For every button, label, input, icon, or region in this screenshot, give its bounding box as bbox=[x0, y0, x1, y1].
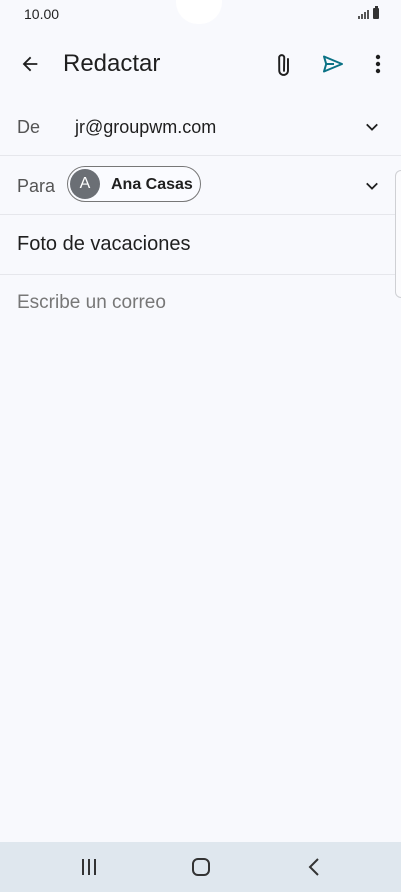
status-time: 10.00 bbox=[24, 6, 60, 22]
camera-notch bbox=[176, 0, 222, 24]
scroll-handle[interactable] bbox=[395, 170, 401, 298]
arrow-back-icon bbox=[22, 56, 38, 72]
to-row[interactable]: Para A Ana Casas bbox=[0, 156, 401, 215]
signal-icon bbox=[358, 9, 369, 19]
more-options-button[interactable] bbox=[364, 44, 392, 84]
from-row[interactable]: De jr@groupwm.com bbox=[0, 98, 401, 156]
back-button[interactable] bbox=[12, 44, 48, 84]
recipient-name: Ana Casas bbox=[111, 176, 193, 193]
compose-toolbar: Redactar bbox=[0, 36, 401, 92]
battery-icon bbox=[373, 6, 379, 19]
recents-button[interactable] bbox=[69, 852, 109, 882]
chevron-down-icon[interactable] bbox=[363, 177, 381, 195]
status-icons bbox=[358, 6, 379, 19]
body-input[interactable]: Escribe un correo bbox=[17, 292, 166, 314]
recents-icon bbox=[82, 859, 96, 875]
subject-row[interactable]: Foto de vacaciones bbox=[0, 215, 401, 275]
from-label: De bbox=[17, 117, 41, 137]
more-vert-icon bbox=[375, 54, 381, 74]
status-bar: 10.00 bbox=[0, 0, 401, 30]
from-address: jr@groupwm.com bbox=[75, 117, 217, 137]
send-button[interactable] bbox=[315, 44, 351, 84]
subject-field[interactable]: Foto de vacaciones bbox=[17, 233, 190, 256]
chevron-down-icon[interactable] bbox=[363, 118, 381, 136]
page-title: Redactar bbox=[63, 50, 161, 77]
to-label: Para bbox=[17, 176, 56, 196]
send-icon bbox=[323, 55, 343, 73]
nav-back-icon bbox=[308, 858, 319, 876]
nav-back-button[interactable] bbox=[294, 852, 334, 882]
recipient-chip[interactable]: A Ana Casas bbox=[67, 166, 201, 202]
paperclip-icon bbox=[278, 54, 289, 76]
avatar: A bbox=[70, 169, 100, 199]
navigation-bar bbox=[0, 842, 401, 892]
home-button[interactable] bbox=[181, 852, 221, 882]
home-icon bbox=[192, 858, 210, 876]
attach-button[interactable] bbox=[266, 44, 302, 84]
